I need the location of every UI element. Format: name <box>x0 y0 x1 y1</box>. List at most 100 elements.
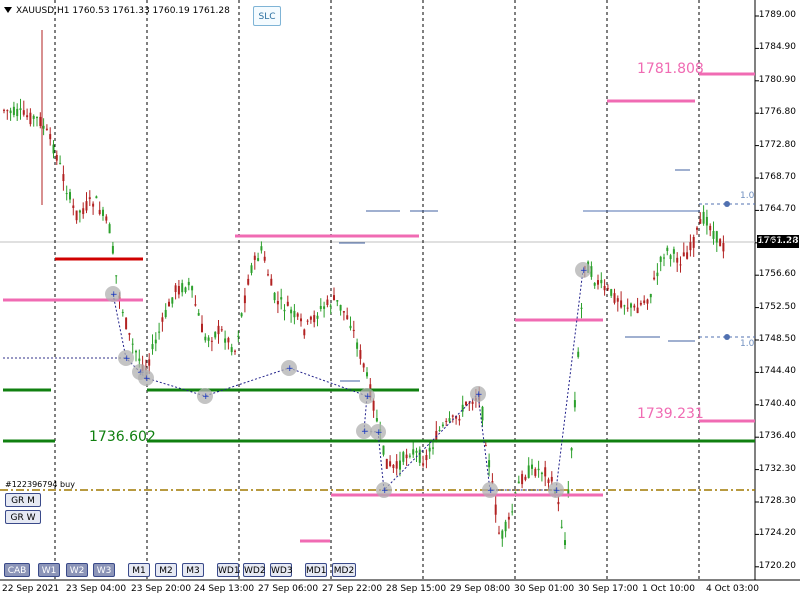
w2-button[interactable]: W2 <box>66 563 88 577</box>
candle-body <box>346 315 349 320</box>
candle-body <box>217 325 220 335</box>
candle-body <box>408 455 411 457</box>
candle-body <box>306 320 309 322</box>
candle-body <box>276 300 279 305</box>
fib-handle <box>724 201 730 207</box>
price-tick-label: 1728.30 <box>758 496 796 506</box>
candle-body <box>656 272 659 277</box>
slc-button[interactable]: SLC <box>253 6 281 26</box>
candle-body <box>267 274 269 276</box>
wd3-button[interactable]: WD3 <box>270 563 293 577</box>
candle-body <box>263 256 266 261</box>
candle-body <box>471 401 474 404</box>
trade-marker-icon: + <box>487 486 495 496</box>
candle-body <box>382 445 385 455</box>
candle-body <box>441 424 444 427</box>
candle-body <box>349 325 352 329</box>
candle-body <box>676 257 679 263</box>
gr-m-button[interactable]: GR M <box>5 493 41 507</box>
candle-body <box>227 338 230 343</box>
candle-body <box>115 275 118 277</box>
md2-button[interactable]: MD2 <box>332 563 356 577</box>
candle-body <box>19 108 22 111</box>
trade-marker-icon: + <box>364 392 372 402</box>
candle-body <box>415 450 418 453</box>
candle-body <box>128 333 131 335</box>
candle-body <box>224 338 227 343</box>
m1-button[interactable]: M1 <box>128 563 150 577</box>
price-tick-label: 1724.20 <box>758 528 796 539</box>
candle-body <box>323 306 326 309</box>
date-tick-label: 23 Sep 20:00 <box>131 584 192 594</box>
candle-body <box>375 418 378 422</box>
candle-body <box>603 285 606 291</box>
fib-top-label: 1.0 <box>740 191 755 201</box>
candle-body <box>22 110 25 115</box>
m2-button[interactable]: M2 <box>155 563 177 577</box>
price-tick-label: 1740.40 <box>758 398 796 409</box>
gr-w-button[interactable]: GR W <box>5 510 41 524</box>
md1-button[interactable]: MD1 <box>305 563 327 577</box>
candle-body <box>405 454 408 459</box>
price-chart[interactable]: ++++++++++++++ <box>0 0 800 600</box>
candle-body <box>55 154 58 161</box>
date-tick-label: 30 Sep 01:00 <box>514 584 575 594</box>
candle-body <box>719 239 722 247</box>
candle-body <box>121 311 124 314</box>
price-tick-label: 1756.60 <box>758 269 796 280</box>
candle-body <box>237 335 240 337</box>
candle-body <box>507 516 510 520</box>
candle-body <box>709 225 712 231</box>
candle-body <box>309 316 312 320</box>
candle-body <box>399 460 401 470</box>
candle-body <box>313 315 316 323</box>
candle-body <box>633 305 636 308</box>
wd2-button[interactable]: WD2 <box>243 563 266 577</box>
candle-body <box>333 295 335 301</box>
trade-marker-icon: + <box>202 392 210 402</box>
candle-body <box>570 448 573 451</box>
candle-body <box>303 329 306 336</box>
candle-body <box>336 300 339 302</box>
candle-body <box>481 406 484 421</box>
candle-body <box>521 474 524 485</box>
date-tick-label: 24 Sep 13:00 <box>194 584 255 594</box>
candle-body <box>649 294 652 298</box>
date-tick-label: 28 Sep 15:00 <box>386 584 447 594</box>
candle-body <box>65 193 68 195</box>
candle-body <box>692 237 695 248</box>
candle-body <box>125 317 128 330</box>
m3-button[interactable]: M3 <box>182 563 204 577</box>
candle-body <box>524 476 527 480</box>
candle-body <box>385 458 388 469</box>
candle-body <box>425 455 428 461</box>
candle-body <box>504 521 507 532</box>
date-tick-label: 29 Sep 08:00 <box>450 584 511 594</box>
candle-body <box>191 286 194 291</box>
collapse-triangle-icon[interactable] <box>4 7 12 13</box>
w3-button[interactable]: W3 <box>93 563 115 577</box>
candle-body <box>679 264 682 266</box>
candle-body <box>161 317 164 322</box>
trade-marker-icon: + <box>286 364 294 374</box>
cab-button[interactable]: CAB <box>4 563 30 577</box>
chart-window[interactable]: ++++++++++++++ XAUUSD,H1 1760.53 1761.33… <box>0 0 800 600</box>
trade-marker-icon: + <box>143 374 151 384</box>
candle-body <box>253 255 256 260</box>
candle-body <box>234 350 236 352</box>
candle-body <box>356 342 359 349</box>
candle-body <box>352 329 355 332</box>
candle-body <box>32 115 35 119</box>
trade-markers: ++++++++++++++ <box>105 262 591 498</box>
candle-body <box>372 400 375 411</box>
w1-button[interactable]: W1 <box>38 563 60 577</box>
candle-body <box>177 285 180 295</box>
date-tick-label: 23 Sep 04:00 <box>66 584 127 594</box>
candle-body <box>75 210 78 221</box>
candle-body <box>82 208 85 215</box>
candle-body <box>138 358 141 361</box>
candle-body <box>197 313 200 316</box>
candle-body <box>148 359 151 366</box>
candle-body <box>158 331 161 333</box>
wd1-button[interactable]: WD1 <box>217 563 240 577</box>
